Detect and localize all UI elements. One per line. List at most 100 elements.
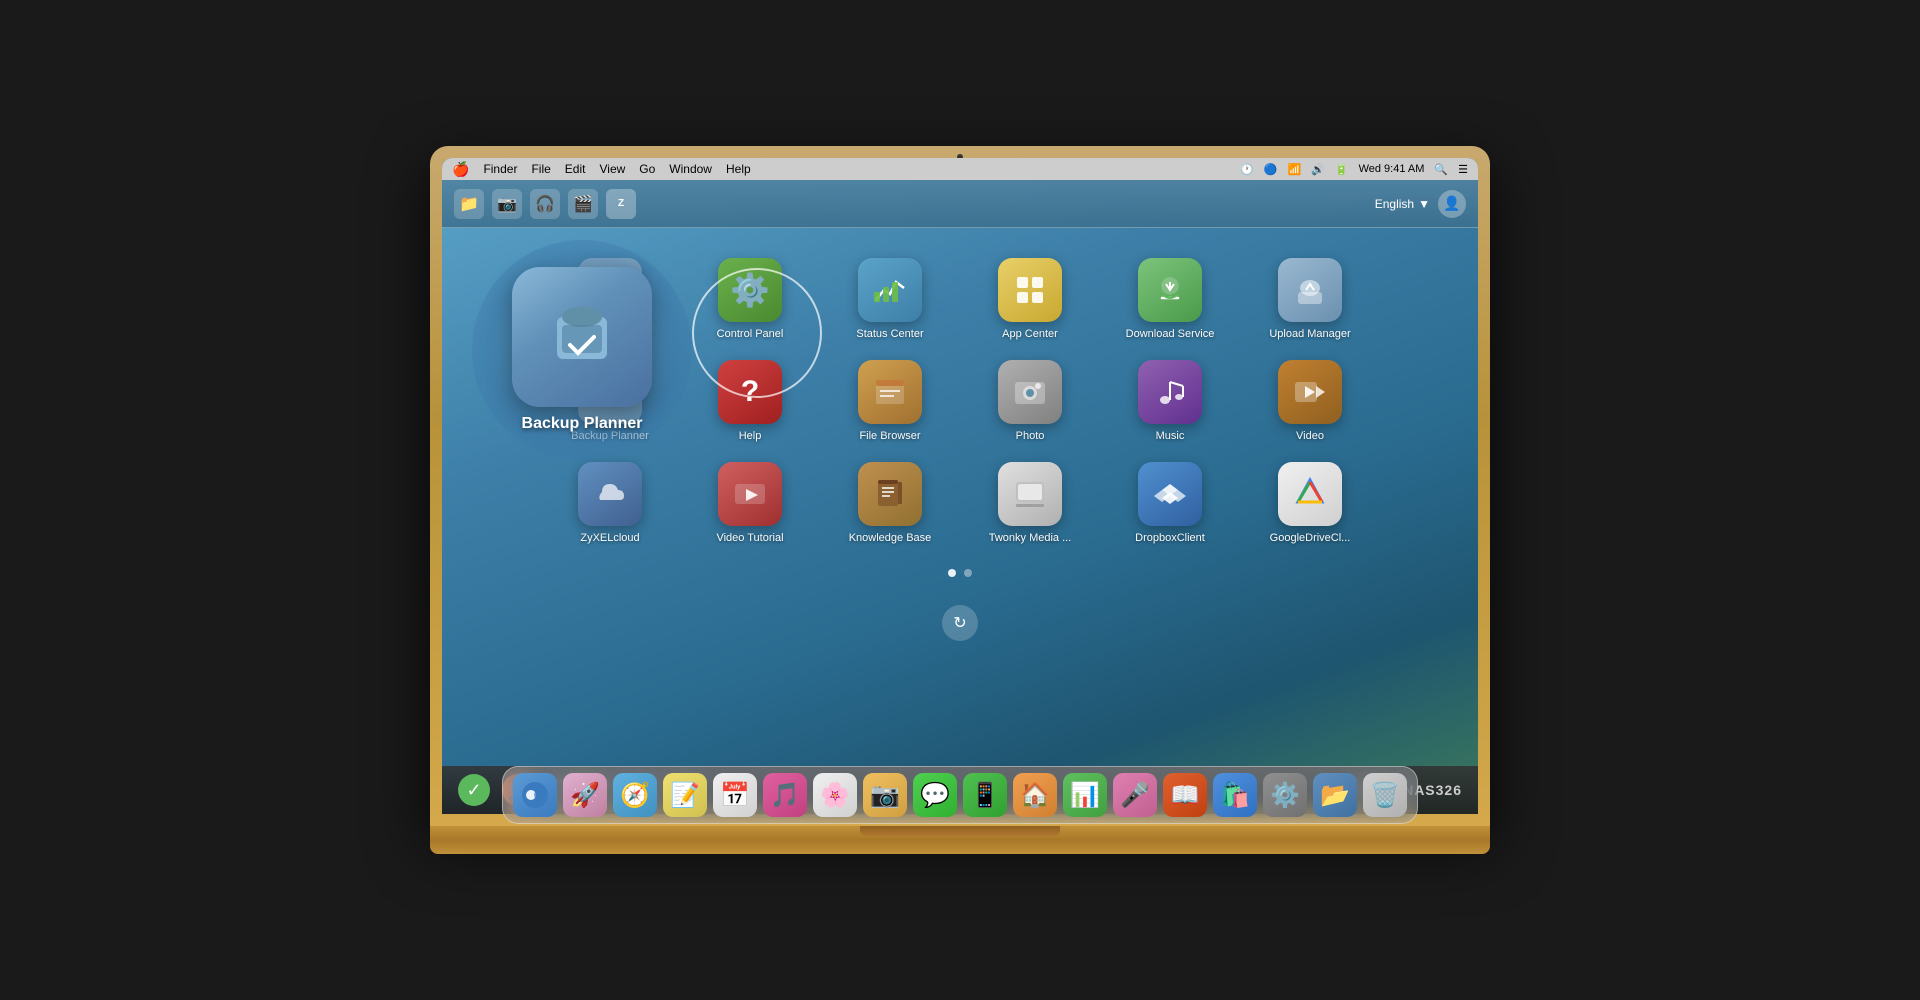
list-icon[interactable]: ☰ [1458, 163, 1468, 176]
nas-topbar: 📁 📷 🎧 🎬 Z English ▼ 👤 [442, 180, 1478, 228]
knowledge-base-label: Knowledge Base [849, 532, 932, 544]
laptop-bottom [430, 826, 1490, 854]
file-browser-icon [858, 360, 922, 424]
clock-icon: 🕐 [1240, 163, 1254, 176]
twonky-media-icon [998, 462, 1062, 526]
dock-trash[interactable]: 🗑️ [1363, 773, 1407, 817]
zyxelcloud-label: ZyXELcloud [580, 532, 639, 544]
music-label: Music [1156, 430, 1185, 442]
apple-menu[interactable]: 🍎 [452, 161, 469, 178]
laptop-body: 🍎 Finder File Edit View Go Window Help 🕐… [430, 146, 1490, 826]
topbar-photo-icon[interactable]: 📷 [492, 189, 522, 219]
dock-finder2[interactable]: 📂 [1313, 773, 1357, 817]
bluetooth-icon: 🔵 [1264, 163, 1278, 176]
app-googledrive-client[interactable]: GoogleDriveCl... [1270, 462, 1350, 544]
app-dropbox-client[interactable]: DropboxClient [1130, 462, 1210, 544]
dock-facetime[interactable]: 📱 [963, 773, 1007, 817]
dock-itunes2[interactable]: 🎤 [1113, 773, 1157, 817]
page-dot-1[interactable] [948, 569, 956, 577]
screen-bezel: 🍎 Finder File Edit View Go Window Help 🕐… [442, 158, 1478, 814]
menu-view[interactable]: View [599, 162, 625, 176]
upload-manager-icon [1278, 258, 1342, 322]
topbar-zyxel-icon[interactable]: Z [606, 189, 636, 219]
menu-finder[interactable]: Finder [483, 162, 517, 176]
dock-notes[interactable]: 📝 [663, 773, 707, 817]
dock-numbers[interactable]: 📊 [1063, 773, 1107, 817]
app-center-label: App Center [1002, 328, 1058, 340]
dock-itunes[interactable]: 🎵 [763, 773, 807, 817]
app-center-icon [998, 258, 1062, 322]
page-dots [502, 569, 1418, 577]
photo-icon [998, 360, 1062, 424]
video-tutorial-label: Video Tutorial [716, 532, 783, 544]
app-app-center[interactable]: App Center [990, 258, 1070, 340]
menu-file[interactable]: File [531, 162, 550, 176]
dock-launchpad[interactable]: 🚀 [563, 773, 607, 817]
dock-ibooks[interactable]: 📖 [1163, 773, 1207, 817]
volume-icon: 🔊 [1311, 163, 1325, 176]
topbar-music-icon[interactable]: 🎧 [530, 189, 560, 219]
system-status-check: ✓ [458, 774, 490, 806]
video-label: Video [1296, 430, 1324, 442]
dock-safari[interactable]: 🧭 [613, 773, 657, 817]
zyxelcloud-icon [578, 462, 642, 526]
twonky-media-label: Twonky Media ... [989, 532, 1072, 544]
dock-home[interactable]: 🏠 [1013, 773, 1057, 817]
knowledge-base-icon [858, 462, 922, 526]
status-center-label: Status Center [856, 328, 923, 340]
video-tutorial-icon [718, 462, 782, 526]
search-icon[interactable]: 🔍 [1434, 163, 1448, 176]
app-music[interactable]: Music [1130, 360, 1210, 442]
mac-dock-wrapper: 🚀 🧭 📝 📅 🎵 🌸 📷 💬 📱 🏠 📊 🎤 📖 🛍️ ⚙️ 📂 🗑️ [502, 766, 1418, 824]
wifi-icon: 📶 [1287, 163, 1301, 176]
laptop-container: 🍎 Finder File Edit View Go Window Help 🕐… [430, 146, 1490, 854]
dock-finder[interactable] [513, 773, 557, 817]
dock-systemprefs[interactable]: ⚙️ [1263, 773, 1307, 817]
app-upload-manager[interactable]: Upload Manager [1270, 258, 1350, 340]
app-zyxelcloud[interactable]: ZyXELcloud [570, 462, 650, 544]
dock-photos2[interactable]: 📷 [863, 773, 907, 817]
app-status-center[interactable]: Status Center [850, 258, 930, 340]
dock-messages[interactable]: 💬 [913, 773, 957, 817]
chevron-down-icon: ▼ [1418, 197, 1430, 211]
menu-edit[interactable]: Edit [565, 162, 586, 176]
app-video-tutorial[interactable]: Video Tutorial [710, 462, 790, 544]
app-download-service[interactable]: Download Service [1130, 258, 1210, 340]
dropbox-client-label: DropboxClient [1135, 532, 1205, 544]
user-icon[interactable]: 👤 [1438, 190, 1466, 218]
dock-photos[interactable]: 🌸 [813, 773, 857, 817]
topbar-video-icon[interactable]: 🎬 [568, 189, 598, 219]
page-dot-2[interactable] [964, 569, 972, 577]
backup-planner-overlay: Backup Planner [472, 240, 692, 460]
backup-planner-ring [692, 268, 822, 398]
music-icon [1138, 360, 1202, 424]
app-knowledge-base[interactable]: Knowledge Base [850, 462, 930, 544]
menu-go[interactable]: Go [639, 162, 655, 176]
file-browser-label: File Browser [859, 430, 920, 442]
menu-help[interactable]: Help [726, 162, 751, 176]
laptop-notch [860, 826, 1060, 836]
download-service-icon [1138, 258, 1202, 322]
battery-icon: 🔋 [1335, 163, 1349, 176]
language-selector[interactable]: English ▼ [1375, 197, 1430, 211]
backup-planner-circle: Backup Planner [472, 240, 692, 460]
mac-menubar: 🍎 Finder File Edit View Go Window Help 🕐… [442, 158, 1478, 180]
app-photo[interactable]: Photo [990, 360, 1070, 442]
mac-dock: 🚀 🧭 📝 📅 🎵 🌸 📷 💬 📱 🏠 📊 🎤 📖 🛍️ ⚙️ 📂 🗑️ [502, 766, 1418, 824]
backup-planner-overlay-label: Backup Planner [522, 415, 643, 433]
app-twonky-media[interactable]: Twonky Media ... [990, 462, 1070, 544]
dock-calendar[interactable]: 📅 [713, 773, 757, 817]
mac-menu-items: Finder File Edit View Go Window Help [483, 162, 750, 176]
app-video[interactable]: Video [1270, 360, 1350, 442]
nas-screen: 📁 📷 🎧 🎬 Z English ▼ 👤 [442, 180, 1478, 814]
help-label: Help [739, 430, 762, 442]
menu-window[interactable]: Window [669, 162, 712, 176]
topbar-files-icon[interactable]: 📁 [454, 189, 484, 219]
upload-manager-label: Upload Manager [1269, 328, 1350, 340]
dock-appstore[interactable]: 🛍️ [1213, 773, 1257, 817]
app-file-browser[interactable]: File Browser [850, 360, 930, 442]
scroll-down-button[interactable]: ↻ [942, 605, 978, 641]
googledrive-client-label: GoogleDriveCl... [1270, 532, 1351, 544]
language-label: English [1375, 197, 1414, 211]
backup-planner-large-icon[interactable] [512, 267, 652, 407]
